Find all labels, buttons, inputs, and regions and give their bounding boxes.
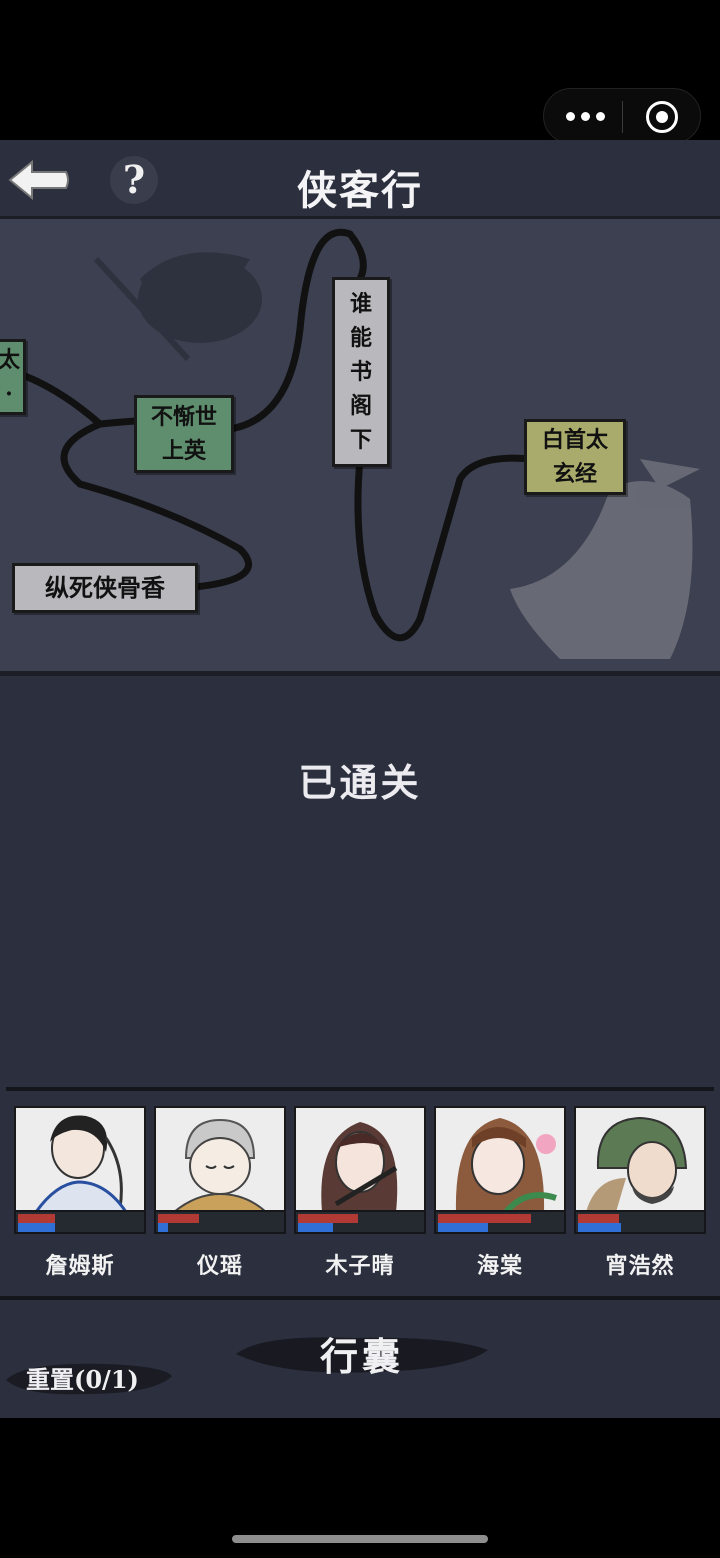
party-card[interactable]: 仪瑶 [154,1106,286,1279]
map-node-buxie[interactable]: 不惭世 上英 [134,395,234,473]
status-bars [154,1210,286,1234]
mini-program-capsule [543,88,701,144]
divider [0,1296,720,1300]
map-node-label: 白首太 玄经 [541,427,608,487]
status-bars [294,1210,426,1234]
more-dots-icon[interactable] [566,102,606,130]
party-member-name: 木子晴 [325,1253,395,1279]
party-member-name: 宵浩然 [605,1253,675,1279]
mp-bar [578,1223,621,1232]
home-indicator [232,1535,488,1543]
party-member-name: 詹姆斯 [45,1253,115,1279]
map-node-label: 谁 能 书 阁 下 [349,291,372,453]
map-node-edge[interactable]: 太 · [0,339,26,415]
party-card[interactable]: 詹姆斯 [14,1106,146,1279]
map-node-label: 太 · [0,347,20,407]
hp-bar [158,1214,199,1223]
hp-bar [438,1214,531,1223]
hp-bar [298,1214,358,1223]
page-title: 侠客行 [297,167,423,214]
mp-bar [18,1223,55,1232]
map-node-label: 不惭世 上英 [150,404,217,464]
mp-bar [298,1223,333,1232]
mp-bar [158,1223,168,1232]
status-text: 已通关 [298,760,422,805]
capsule-divider [622,101,623,133]
party-member-name: 海棠 [476,1253,523,1279]
hp-bar [18,1214,55,1223]
map-node-shuineng[interactable]: 谁 能 书 阁 下 [332,277,390,467]
hp-bar [578,1214,619,1223]
map-node-zongsi[interactable]: 纵死侠骨香 [12,563,198,613]
party-card[interactable]: 木子晴 [294,1106,426,1279]
party-card[interactable]: 宵浩然 [574,1106,706,1279]
party-member-name: 仪瑶 [196,1253,243,1279]
record-circle-icon[interactable] [646,101,678,133]
party-card[interactable]: 海棠 [434,1106,566,1279]
map-node-label: 纵死侠骨香 [45,573,165,602]
status-bars [434,1210,566,1234]
status-bars [574,1210,706,1234]
status-bars [14,1210,146,1234]
map-node-baishou[interactable]: 白首太 玄经 [524,419,626,495]
mp-bar [438,1223,488,1232]
level-map: 太 · 不惭世 上英 谁 能 书 阁 下 白首太 玄经 纵死侠骨香 [0,216,720,676]
bag-label: 行囊 [319,1334,404,1379]
divider [6,1087,714,1091]
reset-label: 重置(0/1) [26,1365,139,1394]
